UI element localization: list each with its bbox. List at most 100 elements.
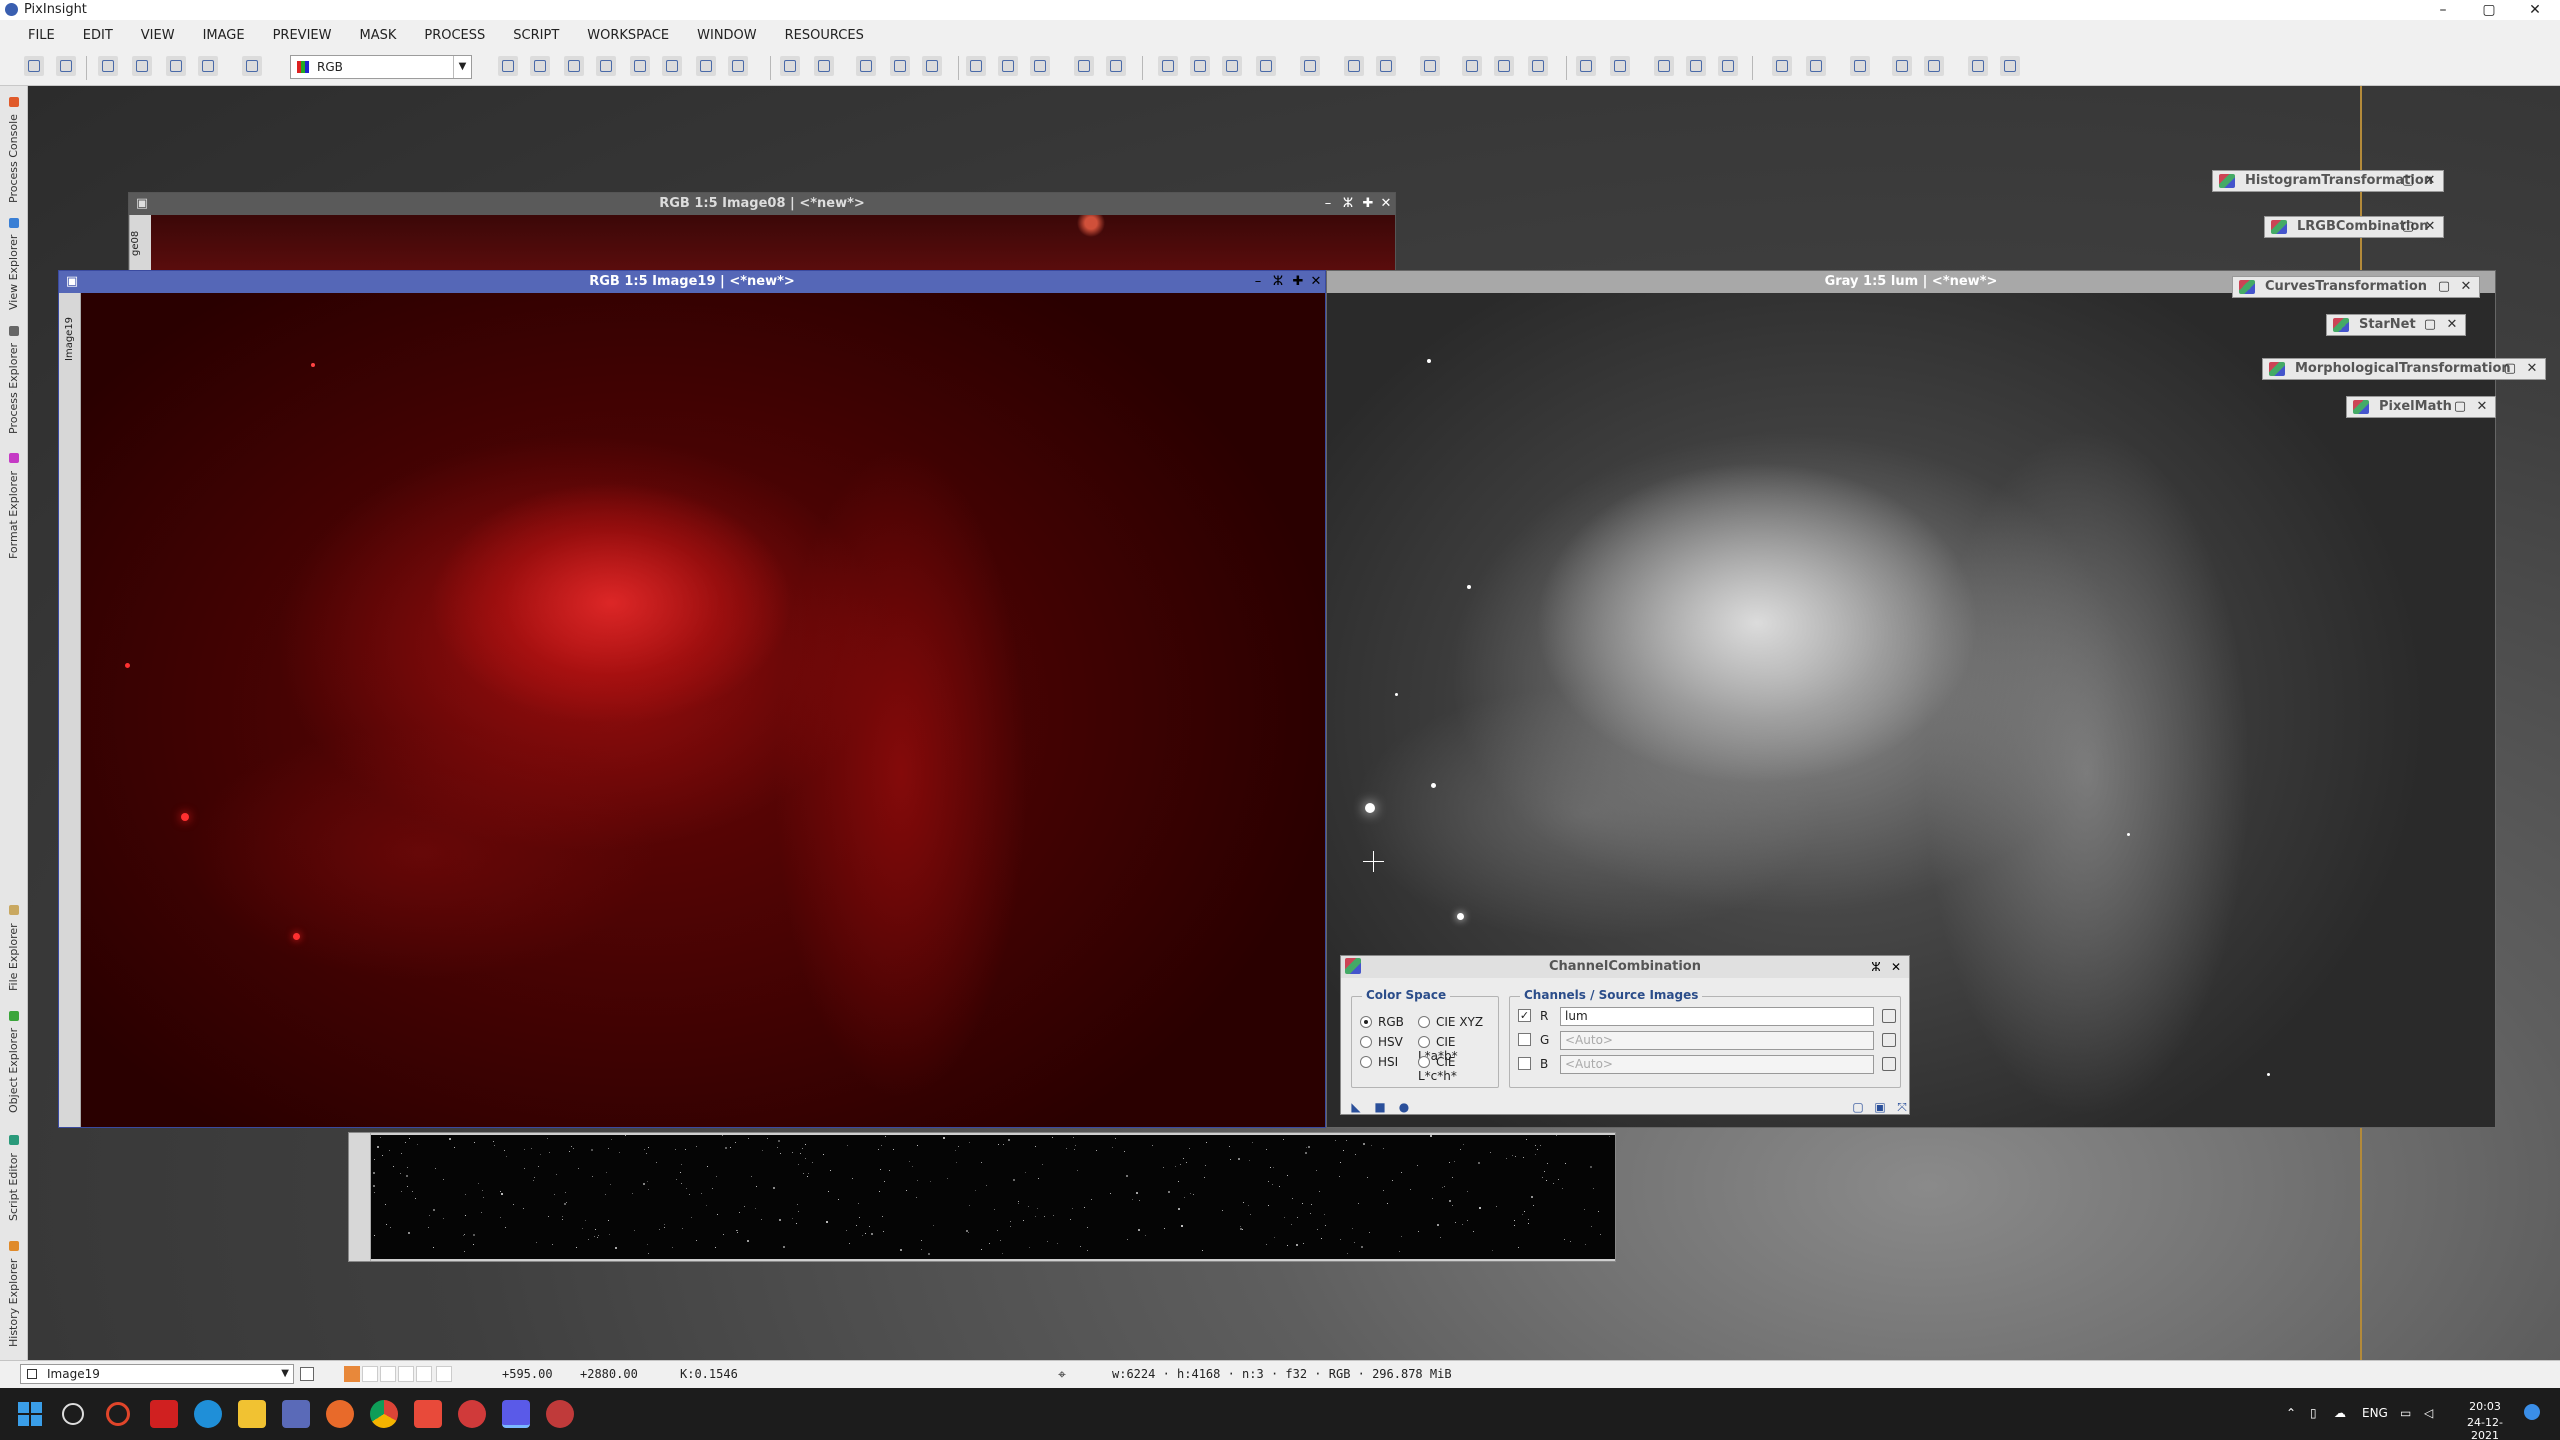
channel-g-checkbox[interactable] xyxy=(1518,1033,1531,1046)
zoom-in-button[interactable] xyxy=(780,56,800,76)
app-icon[interactable] xyxy=(282,1400,310,1428)
restore-icon[interactable]: ▢ xyxy=(2399,171,2417,191)
channel-r-select-view-button[interactable] xyxy=(1882,1009,1896,1023)
close-button[interactable]: ✕ xyxy=(1377,195,1395,213)
menu-window[interactable]: WINDOW xyxy=(683,20,771,52)
channel-b-checkbox[interactable] xyxy=(1518,1057,1531,1070)
statistics-button[interactable] xyxy=(1718,56,1738,76)
restore-icon[interactable]: ▢ xyxy=(2501,359,2519,379)
process-icon-lrgb[interactable]: LRGBCombination ▢ ✕ xyxy=(2264,216,2444,238)
menu-view[interactable]: VIEW xyxy=(127,20,189,52)
view-select-button[interactable] xyxy=(300,1367,314,1381)
documentation-icon[interactable]: ▢ xyxy=(1851,1100,1865,1114)
radio-rgb[interactable]: RGB xyxy=(1360,1015,1404,1029)
shade-button[interactable]: ⵣ xyxy=(1269,273,1287,291)
menu-process[interactable]: PROCESS xyxy=(410,20,499,52)
channel-g-select-view-button[interactable] xyxy=(1882,1033,1896,1047)
preview-mode-button[interactable] xyxy=(662,56,682,76)
view-b-button[interactable] xyxy=(1528,56,1548,76)
search-icon[interactable] xyxy=(62,1403,84,1425)
minimize-button[interactable]: – xyxy=(1319,195,1337,213)
workspace-2-button[interactable] xyxy=(1892,56,1912,76)
view-selector[interactable]: Image19 ▼ xyxy=(20,1364,294,1384)
stf-reset-button[interactable] xyxy=(1376,56,1396,76)
swatch-white[interactable] xyxy=(416,1366,432,1382)
duplicate-button[interactable] xyxy=(166,56,186,76)
zoom-out-mode-button[interactable] xyxy=(564,56,584,76)
fit-window-button[interactable] xyxy=(998,56,1018,76)
mask-enable-button[interactable] xyxy=(1158,56,1178,76)
tab-view-explorer[interactable]: View Explorer xyxy=(2,214,26,314)
radio-cie-lch[interactable]: CIE L*c*h* xyxy=(1418,1055,1498,1083)
mask-remove-button[interactable] xyxy=(1256,56,1276,76)
histogram-button[interactable] xyxy=(1686,56,1706,76)
volume-icon[interactable]: ◁ xyxy=(2424,1406,2433,1420)
pan-mode-button[interactable] xyxy=(596,56,616,76)
edge-icon[interactable] xyxy=(194,1400,222,1428)
app-icon[interactable] xyxy=(414,1400,442,1428)
app-icon[interactable] xyxy=(546,1400,574,1428)
close-button[interactable]: ✕ xyxy=(1307,273,1325,291)
clock-time[interactable]: 20:03 xyxy=(2456,1400,2514,1413)
chrome-icon[interactable] xyxy=(370,1400,398,1428)
channel-b-select-view-button[interactable] xyxy=(1882,1057,1896,1071)
close-icon[interactable]: ✕ xyxy=(2523,359,2541,379)
color-space-select[interactable]: RGB ▼ xyxy=(290,55,472,79)
tab-script-editor[interactable]: Script Editor xyxy=(2,1126,26,1230)
save-button[interactable] xyxy=(98,56,118,76)
stf-toggle-button[interactable] xyxy=(1300,56,1320,76)
tile-button[interactable] xyxy=(1074,56,1094,76)
fit-view-button[interactable] xyxy=(966,56,986,76)
close-icon[interactable]: ✕ xyxy=(2421,171,2439,191)
zoom-in-mode-button[interactable] xyxy=(530,56,550,76)
tab-object-explorer[interactable]: Object Explorer xyxy=(2,1002,26,1122)
view-g-button[interactable] xyxy=(1494,56,1514,76)
cloud-icon[interactable]: ☁ xyxy=(2334,1406,2346,1420)
zoom-1-1-button[interactable] xyxy=(856,56,876,76)
usb-icon[interactable]: ▯ xyxy=(2310,1406,2317,1420)
process-icon-curves[interactable]: CurvesTransformation ▢ ✕ xyxy=(2232,276,2480,298)
channel-b-input[interactable]: <Auto> xyxy=(1560,1055,1874,1074)
minimize-window-button[interactable]: – xyxy=(2420,0,2466,20)
restore-icon[interactable]: ▢ xyxy=(2421,315,2439,335)
mask-show-button[interactable] xyxy=(1190,56,1210,76)
clock-date[interactable]: 24-12-2021 xyxy=(2456,1416,2514,1440)
close-icon[interactable]: ✕ xyxy=(2457,277,2475,297)
workspace-3-button[interactable] xyxy=(1924,56,1944,76)
starfield-image[interactable] xyxy=(371,1135,1615,1259)
shade-button[interactable]: ⵣ xyxy=(1339,195,1357,213)
app-icon[interactable] xyxy=(458,1400,486,1428)
menu-edit[interactable]: EDIT xyxy=(69,20,127,52)
zoom-window-button[interactable] xyxy=(922,56,942,76)
cascade-button[interactable] xyxy=(1106,56,1126,76)
tab-file-explorer[interactable]: File Explorer xyxy=(2,898,26,998)
workspace-5-button[interactable] xyxy=(2000,56,2020,76)
folder-icon[interactable] xyxy=(238,1400,266,1428)
pixinsight-taskbar-icon[interactable] xyxy=(502,1400,530,1428)
stf-link-button[interactable] xyxy=(1420,56,1440,76)
radio-hsi[interactable]: HSI xyxy=(1360,1055,1398,1069)
close-icon[interactable]: ✕ xyxy=(2443,315,2461,335)
new-instance-icon[interactable]: ◣ xyxy=(1349,1100,1363,1114)
edit-preview-button[interactable] xyxy=(696,56,716,76)
center-mode-button[interactable] xyxy=(630,56,650,76)
restore-icon[interactable]: ▢ xyxy=(2399,217,2417,237)
network-icon[interactable]: ▭ xyxy=(2400,1406,2411,1420)
menu-resources[interactable]: RESOURCES xyxy=(771,20,878,52)
tab-process-explorer[interactable]: Process Explorer xyxy=(2,318,26,442)
tab-format-explorer[interactable]: Format Explorer xyxy=(2,446,26,566)
swatch-white[interactable] xyxy=(380,1366,396,1382)
redo-button[interactable] xyxy=(56,56,76,76)
menu-script[interactable]: SCRIPT xyxy=(499,20,573,52)
zoom-to-fit-button[interactable] xyxy=(1030,56,1050,76)
image08-window[interactable]: RGB 1:5 Image08 | <*new*> ▣ – ⵣ ✚ ✕ ge08 xyxy=(128,192,1396,272)
readout-button[interactable] xyxy=(1654,56,1674,76)
swatch-white[interactable] xyxy=(398,1366,414,1382)
menu-mask[interactable]: MASK xyxy=(345,20,410,52)
radio-cie-xyz[interactable]: CIE XYZ xyxy=(1418,1015,1483,1029)
process-icon-histogram[interactable]: HistogramTransformation ▢ ✕ xyxy=(2212,170,2444,192)
workspace-1-button[interactable] xyxy=(1850,56,1870,76)
process-icon-starnet[interactable]: StarNet ▢ ✕ xyxy=(2326,314,2466,336)
radio-hsv[interactable]: HSV xyxy=(1360,1035,1403,1049)
apply-global-icon[interactable]: ● xyxy=(1397,1100,1411,1114)
